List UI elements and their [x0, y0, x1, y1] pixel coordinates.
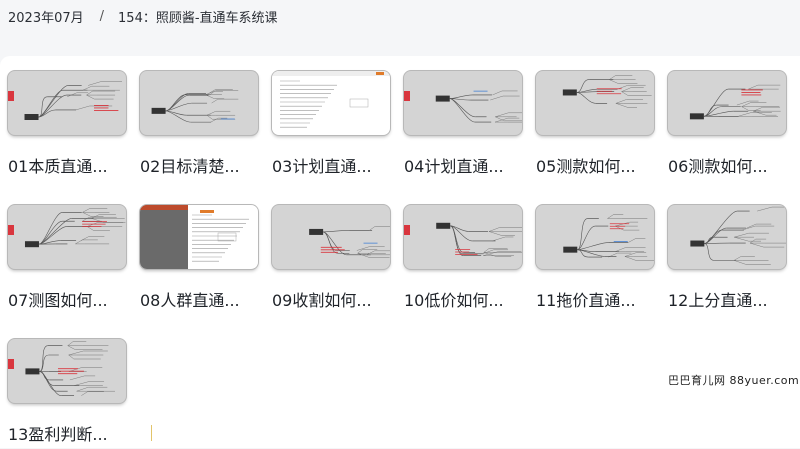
- lesson-title[interactable]: 01本质直通...: [8, 157, 128, 177]
- mindmap-preview-image: [140, 205, 258, 269]
- breadcrumb-current: 154：照顾酱-直通车系统课: [118, 10, 278, 26]
- lesson-title[interactable]: 10低价如何...: [404, 291, 524, 311]
- lesson-card[interactable]: 12上分直通...: [668, 205, 788, 315]
- mindmap-preview-image: [404, 90, 522, 123]
- mindmap-preview-image: [8, 208, 126, 248]
- lesson-title[interactable]: 09收割如何...: [272, 291, 392, 311]
- lesson-thumbnail[interactable]: [272, 205, 390, 269]
- lesson-card[interactable]: 09收割如何...: [272, 205, 392, 315]
- lesson-title[interactable]: 07测图如何...: [8, 291, 128, 311]
- lesson-card[interactable]: 04计划直通...: [404, 71, 524, 181]
- lesson-thumbnail[interactable]: [8, 205, 126, 269]
- lesson-thumbnail[interactable]: [536, 71, 654, 135]
- lesson-thumbnail[interactable]: [536, 205, 654, 269]
- lesson-thumbnail[interactable]: [668, 71, 786, 135]
- lesson-card[interactable]: 01本质直通...: [8, 71, 128, 181]
- lesson-title[interactable]: 06测款如何...: [668, 157, 788, 177]
- lesson-title[interactable]: 13盈利判断...: [8, 425, 128, 445]
- lesson-thumbnail[interactable]: [140, 205, 258, 269]
- lesson-thumbnail[interactable]: [272, 71, 390, 135]
- lesson-card[interactable]: 03计划直通...: [272, 71, 392, 181]
- mindmap-preview-image: [309, 226, 390, 258]
- lesson-thumbnail[interactable]: [668, 205, 786, 269]
- breadcrumb-folder-link[interactable]: 2023年07月: [8, 7, 84, 26]
- lesson-title[interactable]: 12上分直通...: [668, 291, 788, 311]
- lesson-title[interactable]: 08人群直通...: [140, 291, 260, 311]
- mindmap-preview-image: [8, 341, 116, 396]
- mindmap-preview-image: [562, 75, 652, 108]
- lesson-thumbnail[interactable]: [8, 71, 126, 135]
- file-grid-panel: 01本质直通... 02目标清楚... 03计划直通... 04计划直通... 05测款…: [0, 56, 800, 448]
- lesson-card[interactable]: 10低价如何...: [404, 205, 524, 315]
- mindmap-preview-image: [272, 71, 390, 135]
- lesson-title[interactable]: 02目标清楚...: [140, 157, 260, 177]
- mindmap-preview-image: [690, 206, 786, 265]
- text-cursor: [151, 425, 152, 441]
- lesson-card[interactable]: 05测款如何...: [536, 71, 656, 181]
- lesson-thumbnail[interactable]: [8, 339, 126, 403]
- mindmap-preview-image: [151, 89, 239, 123]
- mindmap-preview-image: [8, 81, 122, 121]
- lesson-card[interactable]: 11拖价直通...: [536, 205, 656, 315]
- lesson-thumbnail[interactable]: [140, 71, 258, 135]
- lesson-card[interactable]: 13盈利判断...: [8, 339, 128, 449]
- lesson-card[interactable]: 08人群直通...: [140, 205, 260, 315]
- mindmap-preview-image: [563, 214, 654, 261]
- lesson-card[interactable]: 06测款如何...: [668, 71, 788, 181]
- lesson-title[interactable]: 11拖价直通...: [536, 291, 656, 311]
- lesson-card[interactable]: 07测图如何...: [8, 205, 128, 315]
- breadcrumb-separator: /: [99, 8, 105, 24]
- lesson-title[interactable]: 03计划直通...: [272, 157, 392, 177]
- lesson-card[interactable]: 02目标清楚...: [140, 71, 260, 181]
- lesson-thumbnail[interactable]: [404, 71, 522, 135]
- lesson-title[interactable]: 05测款如何...: [536, 157, 656, 177]
- lesson-thumbnail[interactable]: [404, 205, 522, 269]
- mindmap-preview-image: [404, 222, 522, 257]
- mindmap-preview-image: [689, 84, 781, 120]
- lesson-title[interactable]: 04计划直通...: [404, 157, 524, 177]
- watermark-text: 巴巴育儿网 88yuer.com: [668, 374, 800, 387]
- breadcrumb: 2023年07月 / 154：照顾酱-直通车系统课: [8, 4, 278, 28]
